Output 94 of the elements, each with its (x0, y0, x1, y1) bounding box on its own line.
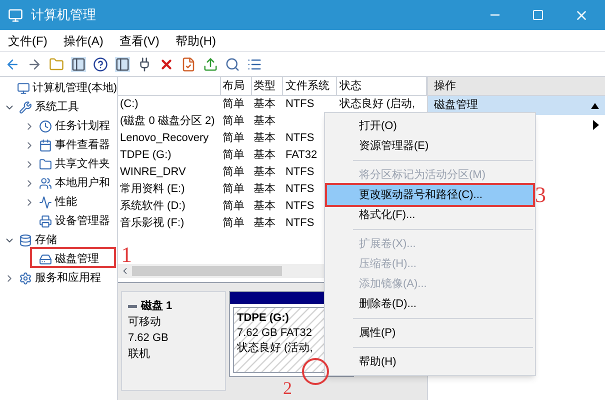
node-icon (19, 234, 32, 247)
tree-item[interactable]: 计算机管理(本地) (32, 80, 117, 97)
maximize-icon[interactable] (532, 9, 544, 21)
tree-item[interactable]: 任务计划程 (55, 118, 110, 135)
forward-icon[interactable] (27, 56, 42, 72)
table-cell: TDPE (G:) (120, 149, 172, 161)
table-cell: 简单 (222, 217, 245, 229)
column-header[interactable]: 布局 (220, 77, 252, 95)
app-icon (8, 8, 23, 22)
step-number: 3 (535, 181, 546, 209)
table-cell: 常用资料 (E:) (120, 183, 185, 195)
menu-item[interactable]: 查看(V) (119, 32, 160, 50)
node-icon (39, 177, 52, 190)
table-cell: NTFS (285, 98, 314, 110)
submenu-arrow-icon[interactable] (593, 120, 599, 130)
tree-item[interactable]: 磁盘管理 (55, 251, 99, 268)
properties-icon[interactable] (181, 56, 196, 72)
plug-icon[interactable] (137, 56, 152, 72)
node-icon (39, 158, 52, 171)
table-cell: 音乐影视 (F:) (120, 217, 184, 229)
tree-item[interactable]: 系统工具 (35, 99, 79, 116)
collapse-icon[interactable] (591, 102, 599, 108)
disk-name: 磁盘 1 (141, 299, 172, 314)
table-cell: 状态良好 (启动, (339, 98, 416, 110)
menu-item[interactable]: 资源管理器(E) (327, 136, 533, 156)
table-cell: NTFS (285, 132, 314, 144)
node-icon (16, 82, 30, 95)
table-cell: 简单 (222, 115, 245, 127)
tree-item[interactable]: 事件查看器 (55, 137, 110, 154)
step-number: 2 (283, 378, 292, 398)
table-cell: WINRE_DRV (120, 166, 186, 178)
back-icon[interactable] (5, 56, 20, 72)
column-header[interactable]: 文件系统 (283, 77, 338, 95)
table-cell: (C:) (120, 98, 138, 110)
tree-item[interactable]: 性能 (55, 194, 77, 211)
node-icon (19, 272, 32, 285)
partition-info: 7.62 GB FAT32 (237, 326, 314, 341)
table-cell: 简单 (222, 183, 245, 195)
table-cell: 系统软件 (D:) (120, 200, 186, 212)
search-icon[interactable] (225, 56, 240, 72)
export-icon[interactable] (203, 56, 218, 72)
table-cell: (磁盘 0 磁盘分区 2) (120, 115, 215, 127)
table-cell: 基本 (254, 149, 276, 161)
partition-status: 状态良好 (活动, (237, 341, 314, 356)
node-icon (39, 120, 52, 133)
tree-item[interactable]: 设备管理器 (55, 213, 110, 230)
table-cell: 简单 (222, 132, 245, 144)
disk-status: 联机 (128, 347, 151, 362)
table-cell: 简单 (222, 98, 245, 110)
menu-item[interactable]: 更改驱动器号和路径(C)... (327, 185, 533, 205)
table-cell: 基本 (254, 98, 276, 110)
column-header[interactable]: 状态 (337, 77, 427, 95)
partition-name: TDPE (G:) (237, 311, 290, 326)
menu-item[interactable]: 文件(F) (8, 32, 48, 50)
tree-item[interactable]: 存储 (35, 232, 57, 249)
node-icon (39, 139, 52, 152)
tree-item[interactable]: 本地用户和 (55, 175, 110, 192)
menu-item[interactable]: 操作(A) (63, 32, 104, 50)
node-icon (19, 101, 32, 114)
table-cell: 简单 (222, 166, 245, 178)
table-cell: 简单 (222, 149, 245, 161)
table-cell: Lenovo_Recovery (120, 132, 209, 144)
column-header[interactable]: 类型 (252, 77, 284, 95)
window-title: 计算机管理 (31, 6, 96, 24)
table-cell: 基本 (254, 217, 276, 229)
actions-header: 操作 (428, 77, 605, 96)
list-icon[interactable] (247, 56, 262, 72)
help-icon[interactable] (93, 56, 108, 72)
tree-item[interactable]: 服务和应用程 (35, 270, 101, 287)
menu-item[interactable]: 帮助(H) (175, 32, 216, 50)
tree-item[interactable]: 共享文件夹 (55, 156, 110, 173)
table-cell: 基本 (254, 183, 276, 195)
node-icon (39, 196, 52, 209)
pane-icon[interactable] (115, 56, 130, 72)
table-cell: 基本 (254, 200, 276, 212)
table-cell: NTFS (285, 166, 314, 178)
disk-size: 7.62 GB (128, 331, 170, 346)
table-cell: 基本 (254, 132, 276, 144)
step-number: 1 (121, 241, 132, 269)
node-icon (39, 215, 52, 228)
table-cell: 基本 (254, 166, 276, 178)
table-cell: NTFS (285, 217, 314, 229)
delete-icon[interactable] (159, 56, 174, 72)
table-cell: FAT32 (285, 149, 318, 161)
table-cell: 基本 (254, 115, 276, 127)
table-cell: 简单 (222, 200, 245, 212)
table-cell: NTFS (285, 183, 314, 195)
disk-type: 可移动 (128, 315, 162, 330)
action-item[interactable]: 磁盘管理 (428, 96, 605, 115)
node-icon (39, 253, 52, 266)
menu-item[interactable]: 格式化(F)... (327, 205, 533, 225)
table-cell: NTFS (285, 200, 314, 212)
menu-item[interactable]: 打开(O) (327, 116, 533, 136)
pane-icon[interactable] (71, 56, 86, 72)
